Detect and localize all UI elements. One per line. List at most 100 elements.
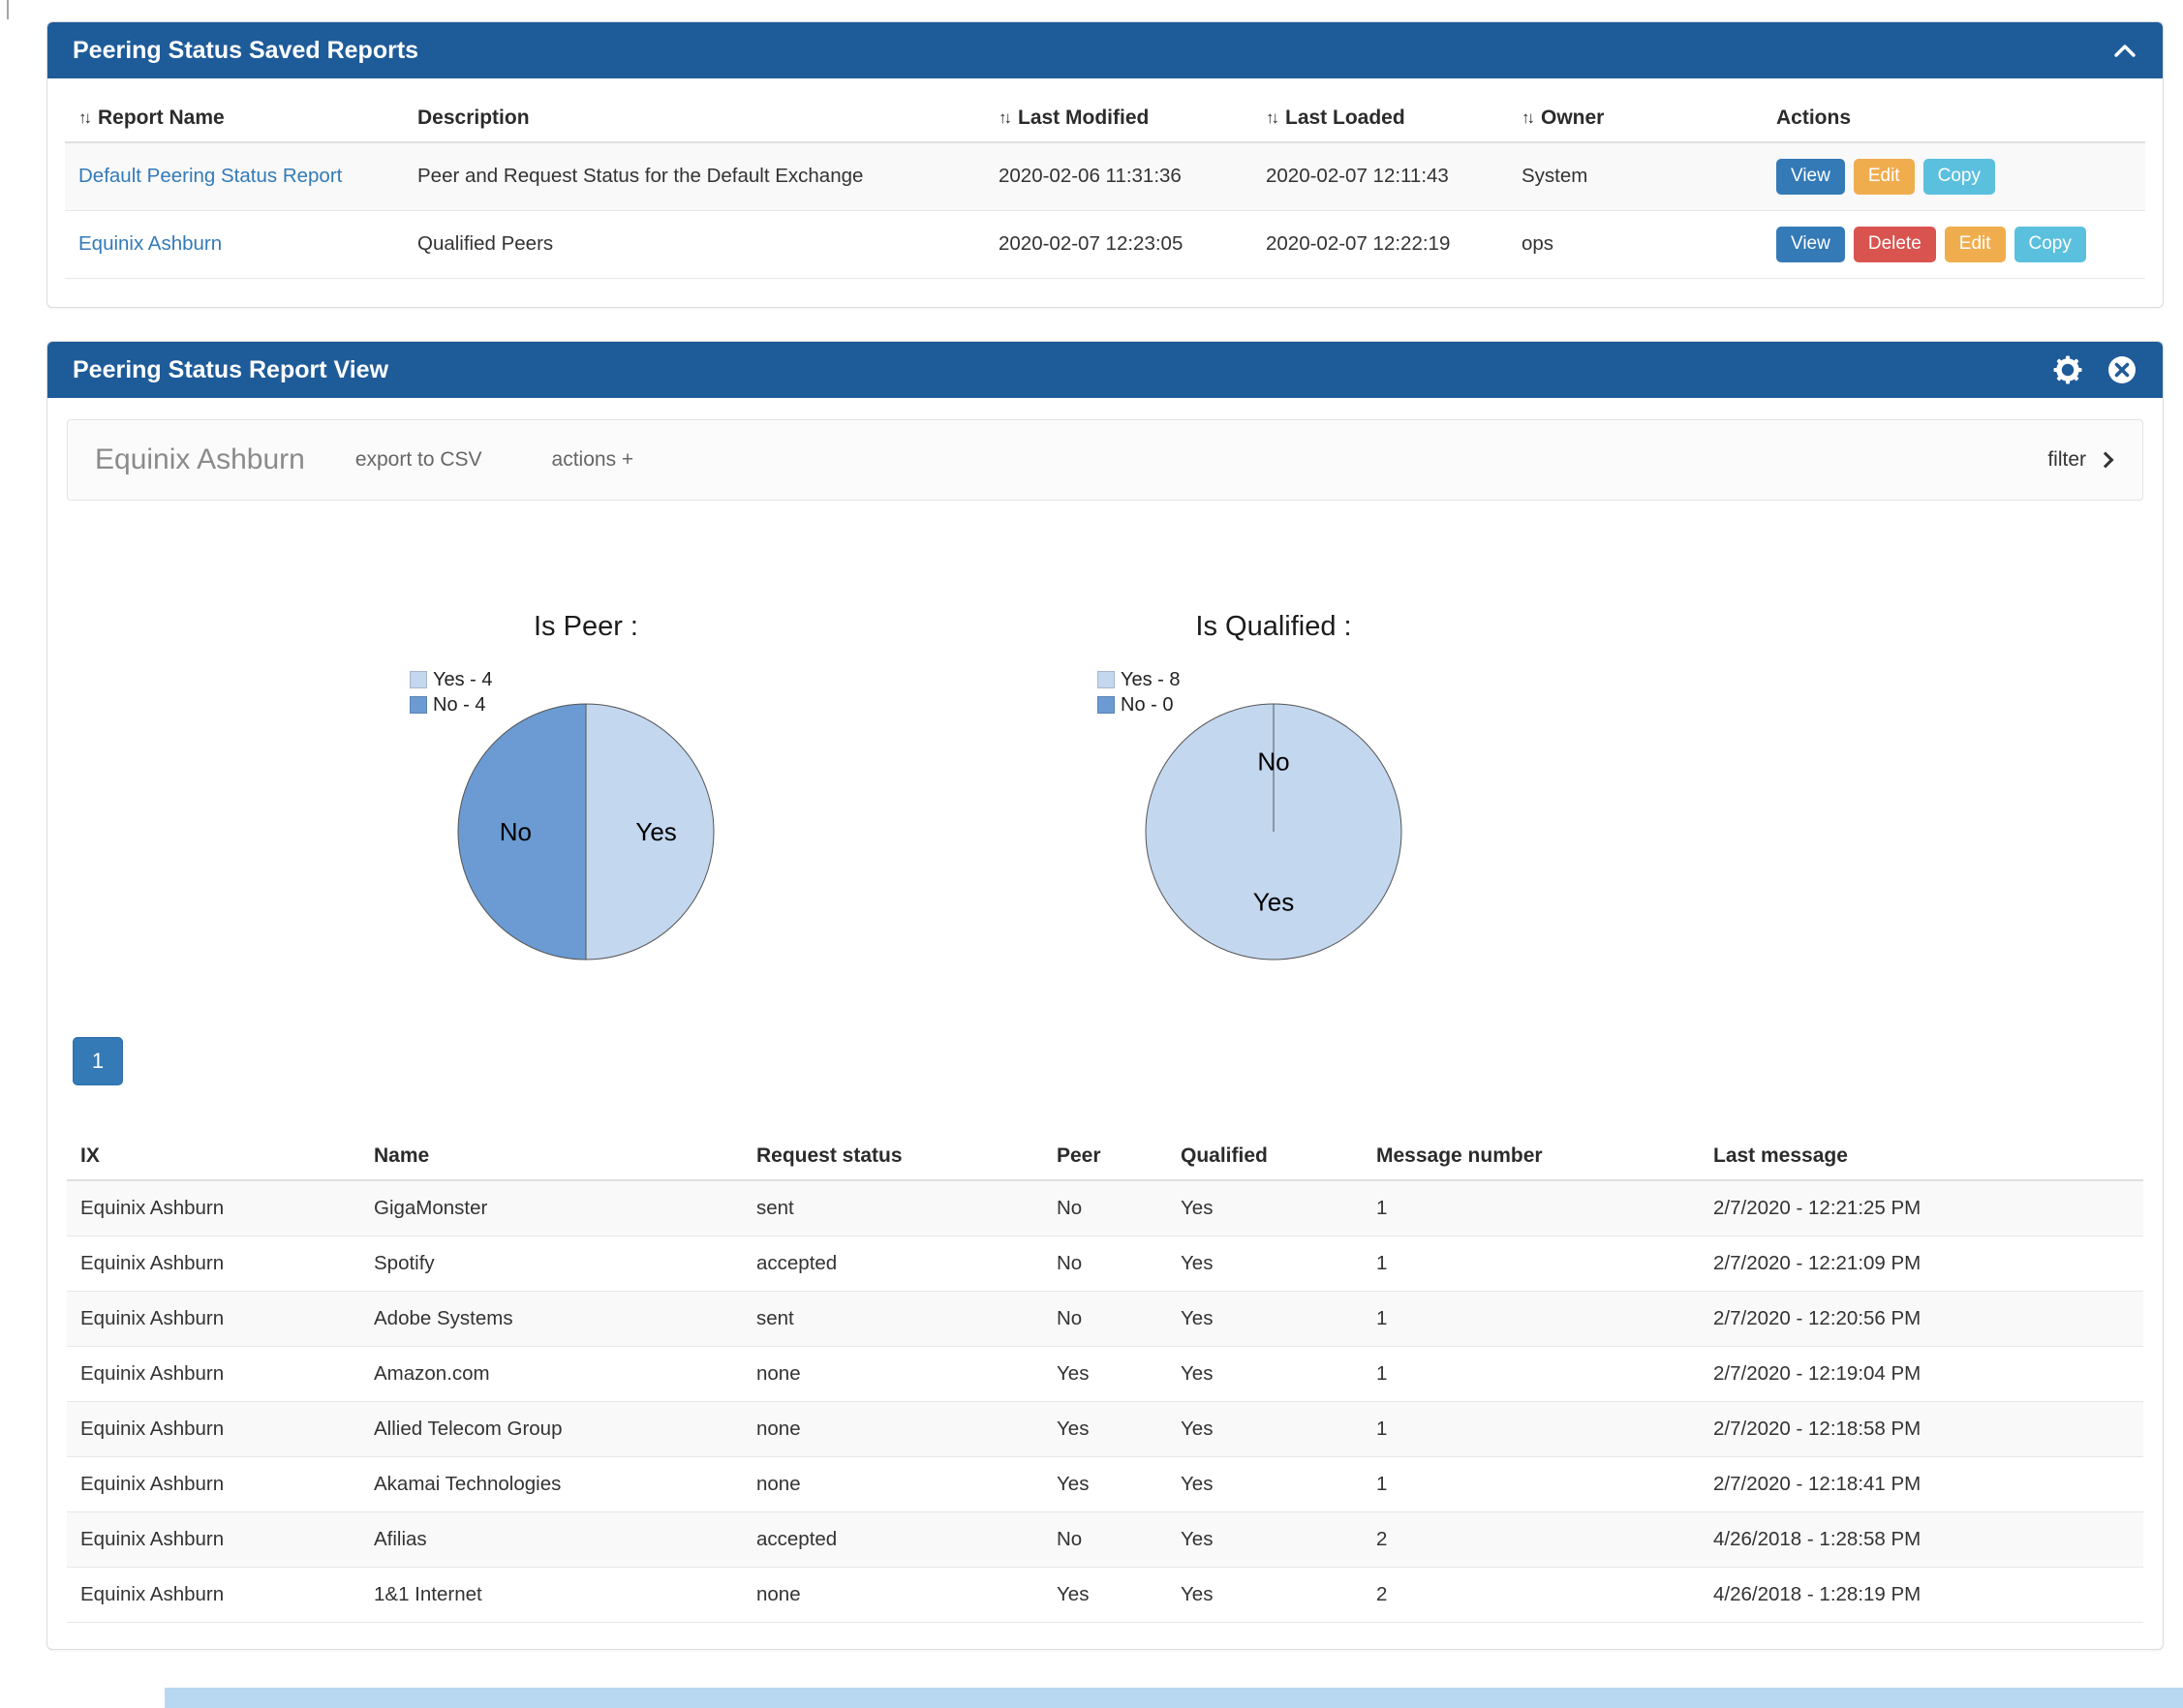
- saved-report-row: Equinix Ashburn Qualified Peers 2020-02-07…: [65, 210, 2145, 278]
- table-cell: accepted: [743, 1236, 1043, 1292]
- svg-text:No: No: [500, 817, 532, 846]
- actions-cell: View Delete EditCopy: [1763, 210, 2145, 278]
- table-cell: Yes: [1043, 1347, 1167, 1402]
- svg-text:Yes: Yes: [635, 817, 676, 846]
- table-cell: Yes: [1167, 1402, 1363, 1457]
- owner-cell: System: [1508, 142, 1763, 210]
- svg-text:Yes: Yes: [1253, 888, 1294, 917]
- table-cell: Equinix Ashburn: [67, 1180, 360, 1236]
- view-button[interactable]: View: [1776, 159, 1845, 195]
- table-cell: No: [1043, 1292, 1167, 1347]
- last-modified-cell: 2020-02-06 11:31:36: [985, 142, 1252, 210]
- table-cell: sent: [743, 1292, 1043, 1347]
- sort-icon: ↑↓: [1266, 108, 1276, 127]
- table-cell: Equinix Ashburn: [67, 1457, 360, 1512]
- column-header-last-message: Last message: [1700, 1132, 2143, 1180]
- legend-item: No - 4: [410, 692, 493, 717]
- table-cell: 1: [1363, 1402, 1700, 1457]
- saved-reports-header: Peering Status Saved Reports: [47, 22, 2163, 78]
- filter-toggle[interactable]: filter: [2047, 448, 2115, 472]
- column-header-ix: IX: [67, 1132, 360, 1180]
- close-circle-x-icon[interactable]: [2106, 354, 2137, 385]
- table-cell: 2/7/2020 - 12:20:56 PM: [1700, 1292, 2143, 1347]
- table-cell: 2/7/2020 - 12:21:09 PM: [1700, 1236, 2143, 1292]
- table-cell: Afilias: [360, 1512, 743, 1568]
- report-view-header: Peering Status Report View: [47, 342, 2163, 398]
- table-cell: Equinix Ashburn: [67, 1568, 360, 1623]
- description-cell: Qualified Peers: [404, 210, 985, 278]
- chart-legend: Yes - 4No - 4: [410, 667, 493, 717]
- report-toolbar: Equinix Ashburn export to CSV actions + …: [67, 419, 2143, 501]
- delete-button[interactable]: Delete: [1854, 227, 1936, 262]
- table-cell: Adobe Systems: [360, 1292, 743, 1347]
- peer-status-row: Equinix AshburnAfiliasacceptedNoYes24/26…: [67, 1512, 2143, 1568]
- table-cell: Yes: [1043, 1402, 1167, 1457]
- table-cell: Akamai Technologies: [360, 1457, 743, 1512]
- table-cell: none: [743, 1568, 1043, 1623]
- column-header-last-loaded[interactable]: ↑↓Last Loaded: [1252, 94, 1508, 142]
- description-cell: Peer and Request Status for the Default …: [404, 142, 985, 210]
- actions-link[interactable]: actions +: [552, 448, 634, 472]
- table-cell: Yes: [1167, 1180, 1363, 1236]
- pagination: 1: [73, 1037, 123, 1085]
- column-header-qualified: Qualified: [1167, 1132, 1363, 1180]
- peer-status-row: Equinix AshburnAmazon.comnoneYesYes12/7/…: [67, 1347, 2143, 1402]
- legend-label: No - 4: [433, 692, 485, 717]
- svg-text:No: No: [1257, 747, 1289, 776]
- legend-swatch: [1097, 696, 1115, 714]
- column-header-peer: Peer: [1043, 1132, 1167, 1180]
- table-cell: Yes: [1167, 1347, 1363, 1402]
- table-cell: Equinix Ashburn: [67, 1347, 360, 1402]
- saved-reports-table: ↑↓Report NameDescription↑↓Last Modified↑…: [65, 94, 2145, 279]
- table-cell: 1: [1363, 1180, 1700, 1236]
- legend-swatch: [410, 671, 427, 688]
- column-header-name: Name: [360, 1132, 743, 1180]
- view-button[interactable]: View: [1776, 227, 1845, 262]
- table-cell: 1&1 Internet: [360, 1568, 743, 1623]
- column-header-report-name[interactable]: ↑↓Report Name: [65, 94, 404, 142]
- saved-reports-body: ↑↓Report NameDescription↑↓Last Modified↑…: [47, 78, 2163, 279]
- sort-icon: ↑↓: [1522, 108, 1532, 127]
- peer-status-table-wrap: IXNameRequest statusPeerQualifiedMessage…: [67, 1132, 2143, 1623]
- table-cell: 1: [1363, 1236, 1700, 1292]
- table-cell: 4/26/2018 - 1:28:19 PM: [1700, 1568, 2143, 1623]
- table-cell: 2/7/2020 - 12:21:25 PM: [1700, 1180, 2143, 1236]
- is-qualified-chart: Is Qualified :Yes - 8No - 0YesNo: [935, 609, 1613, 963]
- export-csv-link[interactable]: export to CSV: [355, 448, 482, 472]
- edit-button[interactable]: Edit: [1945, 227, 2006, 262]
- table-cell: Equinix Ashburn: [67, 1402, 360, 1457]
- edit-button[interactable]: Edit: [1854, 159, 1915, 195]
- column-header-description: Description: [404, 94, 985, 142]
- peer-status-row: Equinix AshburnSpotifyacceptedNoYes12/7/…: [67, 1236, 2143, 1292]
- copy-button[interactable]: Copy: [2014, 227, 2086, 262]
- table-cell: 2/7/2020 - 12:19:04 PM: [1700, 1347, 2143, 1402]
- peer-status-table: IXNameRequest statusPeerQualifiedMessage…: [67, 1132, 2143, 1623]
- report-name: Equinix Ashburn: [95, 443, 305, 476]
- legend-swatch: [410, 696, 427, 714]
- table-header-row: ↑↓Report NameDescription↑↓Last Modified↑…: [65, 94, 2145, 142]
- report-name-link[interactable]: Default Peering Status Report: [78, 165, 342, 187]
- settings-gear-icon[interactable]: [2052, 354, 2083, 385]
- chart-title: Is Qualified :: [935, 609, 1613, 644]
- table-cell: No: [1043, 1512, 1167, 1568]
- peer-status-row: Equinix AshburnAllied Telecom GroupnoneY…: [67, 1402, 2143, 1457]
- filter-label: filter: [2047, 448, 2086, 472]
- page-button[interactable]: 1: [73, 1037, 123, 1085]
- copy-button[interactable]: Copy: [1923, 159, 1995, 195]
- table-cell: Equinix Ashburn: [67, 1236, 360, 1292]
- actions-cell: ViewEditCopy: [1763, 142, 2145, 210]
- column-header-last-modified[interactable]: ↑↓Last Modified: [985, 94, 1252, 142]
- collapse-chevron-up-icon[interactable]: [2112, 42, 2137, 59]
- saved-reports-title: Peering Status Saved Reports: [73, 37, 418, 65]
- table-cell: 2/7/2020 - 12:18:58 PM: [1700, 1402, 2143, 1457]
- table-cell: No: [1043, 1236, 1167, 1292]
- report-name-cell: Default Peering Status Report: [65, 142, 404, 210]
- pie-chart: Yes No: [1142, 700, 1405, 963]
- column-header-message-number: Message number: [1363, 1132, 1700, 1180]
- saved-reports-panel: Peering Status Saved Reports ↑↓Report Na…: [46, 21, 2164, 308]
- table-cell: sent: [743, 1180, 1043, 1236]
- last-loaded-cell: 2020-02-07 12:22:19: [1252, 210, 1508, 278]
- report-name-link[interactable]: Equinix Ashburn: [78, 232, 222, 255]
- peer-status-row: Equinix AshburnAkamai TechnologiesnoneYe…: [67, 1457, 2143, 1512]
- column-header-owner[interactable]: ↑↓Owner: [1508, 94, 1763, 142]
